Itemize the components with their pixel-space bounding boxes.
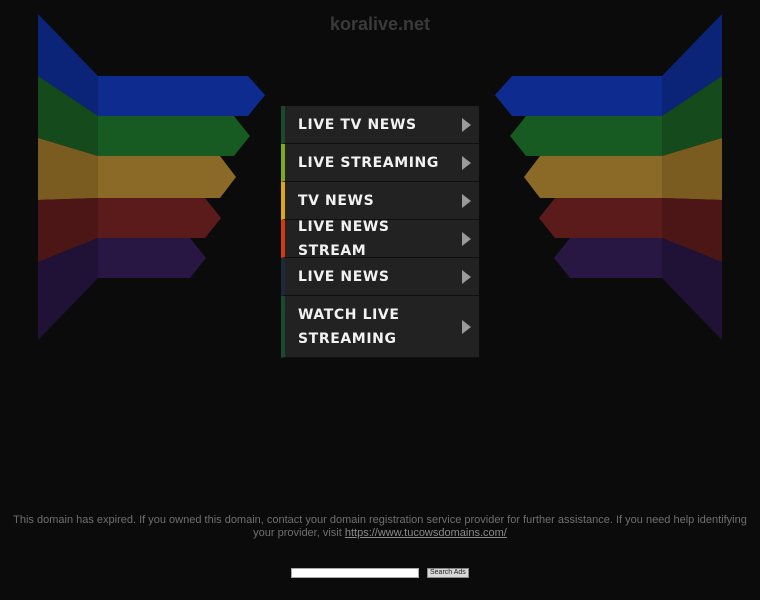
chevron-right-icon	[462, 193, 471, 208]
menu-item-live-streaming[interactable]: LIVE STREAMING	[281, 144, 479, 182]
menu-item-label: LIVE STREAMING	[298, 154, 439, 171]
menu-item-live-tv-news[interactable]: LIVE TV NEWS	[281, 106, 479, 144]
search-ads-button[interactable]: Search Ads	[427, 568, 469, 578]
menu-item-label: LIVE TV NEWS	[298, 116, 417, 133]
search-input[interactable]	[291, 568, 419, 578]
expired-domain-notice: This domain has expired. If you owned th…	[6, 514, 754, 540]
tucows-link[interactable]: https://www.tucowsdomains.com/	[345, 527, 507, 539]
menu-item-label: TV NEWS	[298, 192, 375, 209]
search-ads-form: Search Ads	[291, 568, 469, 578]
menu-item-label: LIVE NEWS STREAM	[298, 218, 390, 259]
chevron-right-icon	[462, 231, 471, 246]
chevron-right-icon	[462, 269, 471, 284]
right-ribbon-purple	[554, 238, 722, 340]
menu-item-watch-live-streaming[interactable]: WATCH LIVE STREAMING	[281, 296, 479, 358]
chevron-right-icon	[462, 117, 471, 132]
chevron-right-icon	[462, 155, 471, 170]
left-ribbon-purple	[38, 238, 206, 340]
menu-item-live-news-stream[interactable]: LIVE NEWS STREAM	[281, 219, 479, 259]
menu-item-live-news[interactable]: LIVE NEWS	[281, 258, 479, 296]
menu-item-label: WATCH LIVE STREAMING	[298, 306, 400, 347]
link-menu: LIVE TV NEWS LIVE STREAMING TV NEWS LIVE…	[281, 106, 479, 358]
chevron-right-icon	[462, 319, 471, 334]
menu-item-label: LIVE NEWS	[298, 268, 390, 285]
